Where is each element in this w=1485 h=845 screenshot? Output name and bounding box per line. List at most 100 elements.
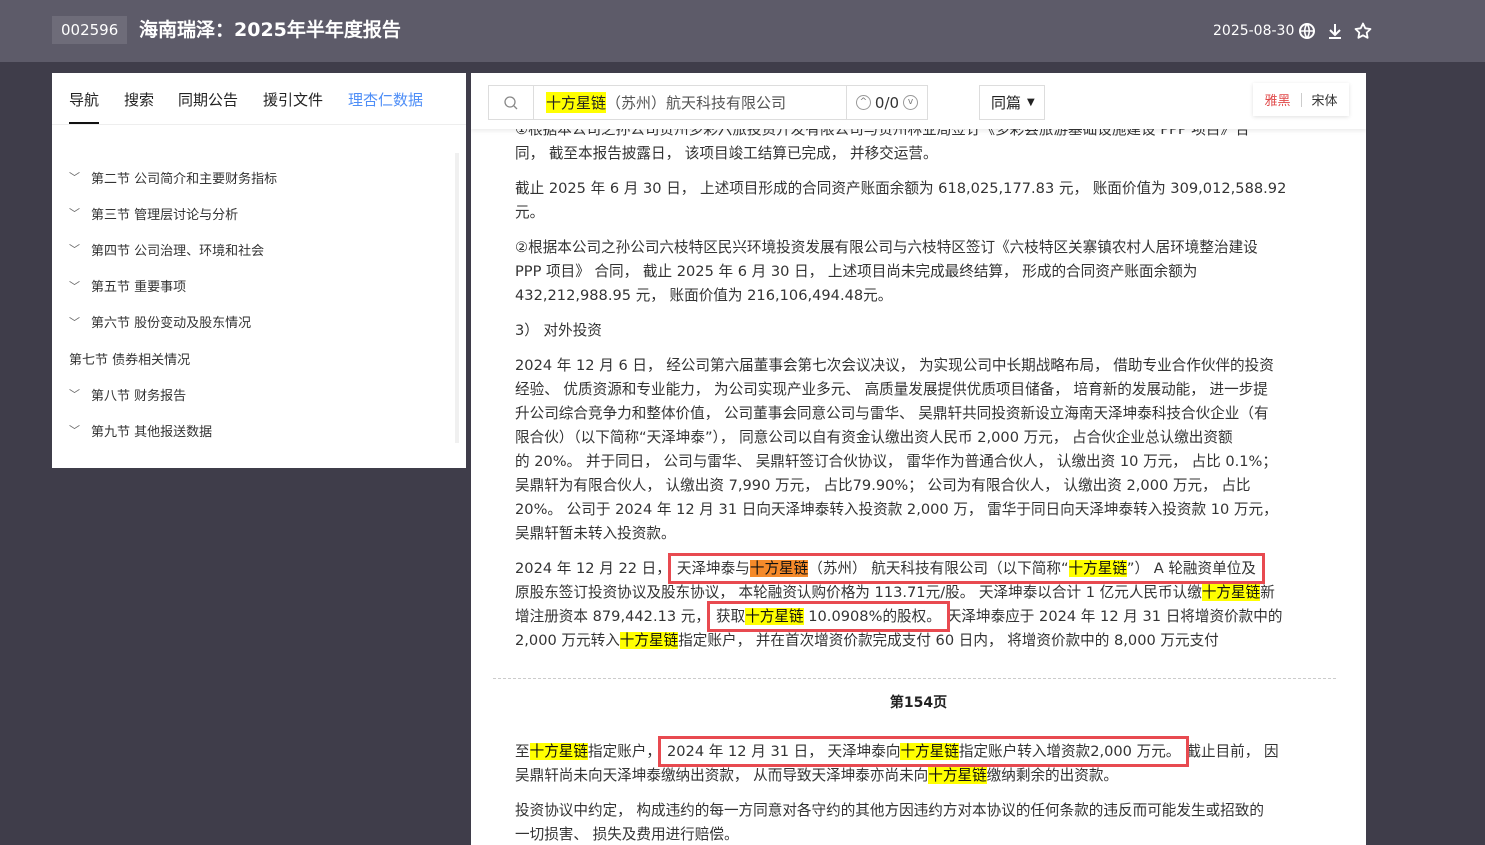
text-run: 至 (515, 743, 530, 760)
text-run: 天泽坤泰与 (676, 560, 750, 577)
match-highlight: 十方星链 (619, 632, 679, 649)
tab-navigation[interactable]: 导航 (69, 89, 100, 124)
text-run: 指定账户转入增资款2,000 万元。 (958, 743, 1181, 760)
paragraph: 投资协议中约定， 构成违约的每一方同意对各守约的其他方因违约方对本协议的任何条款… (515, 799, 1325, 845)
nav-item[interactable]: ﹀ 第九节 其他报送数据 (69, 412, 449, 448)
text-run: 投资协议中约定， 构成违约的每一方同意对各守约的其他方因违约方对本协议的任何条款… (515, 802, 1264, 819)
panel-tabs: 导航 搜索 同期公告 援引文件 理杏仁数据 (52, 73, 466, 125)
paragraph: 截止 2025 年 6 月 30 日， 上述项目形成的合同资产账面余额为 618… (515, 177, 1315, 225)
text-run: 元。 (515, 204, 545, 221)
download-icon[interactable] (1325, 21, 1345, 41)
nav-item-label: 第三节 管理层讨论与分析 (91, 207, 239, 223)
left-panel: 导航 搜索 同期公告 援引文件 理杏仁数据 ﹀ 第二节 公司简介和主要财务指标 ﹀ 第… (52, 73, 466, 468)
globe-icon[interactable] (1297, 21, 1317, 41)
text-run: 一切损害、 损失及费用进行赔偿。 (515, 826, 739, 843)
nav-item-label: 第七节 债券相关情况 (69, 352, 191, 368)
scrollbar[interactable] (455, 153, 459, 443)
text-line: 投资协议中约定， 构成违约的每一方同意对各守约的其他方因违约方对本协议的任何条款… (515, 799, 1325, 823)
chevron-down-icon[interactable]: ﹀ (69, 314, 91, 330)
tab-lixinger-data[interactable]: 理杏仁数据 (348, 89, 423, 110)
find-toolbar: 十方星链 （苏州）航天科技有限公司 ^ 0/0 v 同篇 ▼ 雅黑 宋体 (471, 73, 1366, 129)
nav-item[interactable]: ﹀ 第八节 财务报告 (69, 376, 449, 412)
chevron-down-icon[interactable]: ﹀ (69, 169, 91, 185)
nav-item[interactable]: ﹀ 第四节 公司治理、环境和社会 (69, 231, 449, 267)
text-run: 升公司综合竞争力和整体价值， 公司董事会同意公司与雷华、 吴鼎轩共同投资新设立海… (515, 405, 1269, 422)
nav-item[interactable]: ﹀ 第三节 管理层讨论与分析 (69, 195, 449, 231)
text-run: 10.0908%的股权。 (803, 608, 941, 625)
text-run: 2024 年 12 月 22 日， (515, 560, 671, 577)
text-line: 原股东签订投资协议及股东协议， 本轮融资认购价格为 113.71元/股。 天泽坤… (515, 581, 1315, 605)
nav-item[interactable]: ﹀ 第二节 公司简介和主要财务指标 (69, 159, 449, 195)
current-match-highlight: 十方星链 (749, 560, 809, 577)
tab-cited-files[interactable]: 援引文件 (263, 89, 323, 110)
nav-item[interactable]: ﹀ 第五节 重要事项 (69, 268, 449, 304)
text-run: 的 20%。 并于同日， 公司与雷华、 吴鼎轩签订合伙协议， 雷华作为普通合伙人… (515, 453, 1278, 470)
font-yahei-button[interactable]: 雅黑 (1264, 90, 1290, 109)
scope-select[interactable]: 同篇 ▼ (979, 85, 1045, 120)
text-run: 432,212,988.95 元， 账面价值为 216,106,494.48元。 (515, 287, 893, 304)
chevron-down-icon[interactable]: ﹀ (69, 386, 91, 402)
text-run: 20%。 公司于 2024 年 12 月 31 日向天泽坤泰转入投资款 2,00… (515, 501, 1278, 518)
search-input[interactable]: 十方星链 （苏州）航天科技有限公司 (534, 86, 847, 119)
tab-same-period[interactable]: 同期公告 (178, 89, 238, 110)
nav-item-label: 第六节 股份变动及股东情况 (91, 316, 252, 332)
match-highlight: 十方星链 (1068, 560, 1127, 577)
chevron-down-icon[interactable]: ﹀ (69, 278, 91, 294)
text-run: 3） 对外投资 (515, 322, 602, 339)
text-run: 缴纳剩余的出资款。 (986, 767, 1119, 784)
chevron-down-icon[interactable]: ﹀ (69, 241, 91, 257)
font-songti-button[interactable]: 宋体 (1312, 90, 1338, 109)
search-term-rest: （苏州）航天科技有限公司 (606, 94, 787, 112)
text-run: 天泽坤泰应于 2024 年 12 月 31 日将增资价款中的 (946, 608, 1283, 625)
next-match-icon[interactable]: v (903, 95, 919, 110)
font-switcher: 雅黑 宋体 (1253, 83, 1349, 116)
match-highlight: 十方星链 (928, 767, 987, 784)
text-line: 限合伙）（以下简称“天泽坤泰”）， 同意公司以自有资金认缴出资人民币 2,000… (515, 426, 1315, 450)
text-run: ②根据本公司之孙公司六枝特区民兴环境投资发展有限公司与六枝特区签订《六枝特区关寨… (515, 239, 1258, 256)
chevron-down-icon[interactable]: ﹀ (69, 422, 91, 438)
search-icon[interactable] (489, 86, 534, 119)
stock-code: 002596 (52, 16, 128, 44)
text-run: 限合伙）（以下简称“天泽坤泰”）， 同意公司以自有资金认缴出资人民币 2,000… (515, 429, 1233, 446)
text-line: 20%。 公司于 2024 年 12 月 31 日向天泽坤泰转入投资款 2,00… (515, 498, 1315, 522)
nav-item[interactable]: 第七节 债券相关情况 (69, 340, 449, 376)
text-run: 截止目前， 因 (1186, 743, 1279, 760)
star-icon[interactable] (1353, 21, 1373, 41)
match-highlight: 十方星链 (745, 608, 804, 625)
text-line: 至十方星链指定账户， 2024 年 12 月 31 日， 天泽坤泰向十方星链指定账… (515, 736, 1325, 767)
text-line: 的 20%。 并于同日， 公司与雷华、 吴鼎轩签订合伙协议， 雷华作为普通合伙人… (515, 450, 1315, 474)
text-run: 同， 截至本报告披露日， 该项目竣工结算已完成， 并移交运营。 (515, 145, 938, 162)
text-run: 吴鼎轩尚未向天泽坤泰缴纳出资款， 从而导致天泽坤泰亦尚未向 (515, 767, 929, 784)
text-line: 截止 2025 年 6 月 30 日， 上述项目形成的合同资产账面余额为 618… (515, 177, 1315, 201)
text-run: 截止 2025 年 6 月 30 日， 上述项目形成的合同资产账面余额为 618… (515, 180, 1287, 197)
page-divider (493, 678, 1336, 679)
text-line: 升公司综合竞争力和整体价值， 公司董事会同意公司与雷华、 吴鼎轩共同投资新设立海… (515, 402, 1315, 426)
tab-search[interactable]: 搜索 (124, 89, 154, 110)
text-run: 经验、 优质资源和专业能力， 为公司实现产业多元、 高质量发展提供优质项目储备，… (515, 381, 1268, 398)
text-run: 增注册资本 879,442.13 元， (515, 608, 710, 625)
text-run: 吴鼎轩暂未转入投资款。 (515, 525, 676, 542)
annotation-box: 2024 年 12 月 31 日， 天泽坤泰向十方星链指定账户转入增资款2,00… (657, 736, 1190, 767)
match-counter: ^ 0/0 v (847, 86, 927, 119)
text-run: 吴鼎轩为有限合伙人， 认缴出资 7,990 万元， 占比79.90%； 公司为有… (515, 477, 1251, 494)
nav-item[interactable]: ﹀ 第六节 股份变动及股东情况 (69, 304, 449, 340)
report-date: 2025-08-30 (1213, 23, 1295, 39)
text-line: 2024 年 12 月 6 日， 经公司第六届董事会第七次会议决议， 为实现公司… (515, 354, 1315, 378)
text-line: 元。 (515, 201, 1315, 225)
text-run: 原股东签订投资协议及股东协议， 本轮融资认购价格为 113.71元/股。 天泽坤… (515, 584, 1202, 601)
text-line: 吴鼎轩为有限合伙人， 认缴出资 7,990 万元， 占比79.90%； 公司为有… (515, 474, 1315, 498)
match-highlight: 十方星链 (529, 743, 588, 760)
document-viewer: 十方星链 （苏州）航天科技有限公司 ^ 0/0 v 同篇 ▼ 雅黑 宋体 ①根据本公司之孙… (471, 73, 1366, 845)
prev-match-icon[interactable]: ^ (855, 95, 871, 110)
text-line: 吴鼎轩暂未转入投资款。 (515, 522, 1315, 546)
match-count: 0/0 (874, 93, 900, 112)
search-term-highlight: 十方星链 (546, 92, 607, 113)
nav-tree: ﹀ 第二节 公司简介和主要财务指标 ﹀ 第三节 管理层讨论与分析 ﹀ 第四节 公司治理、环… (69, 159, 449, 449)
chevron-down-icon[interactable]: ﹀ (69, 205, 91, 221)
nav-item-label: 第八节 财务报告 (91, 388, 187, 404)
text-run: ”） A 轮融资单位及 (1126, 560, 1256, 577)
text-line: PPP 项目》 合同， 截止 2025 年 6 月 30 日， 上述项目尚未完成… (515, 260, 1315, 284)
header-bar: 002596 海南瑞泽：2025年半年度报告 2025-08-30 (0, 0, 1485, 62)
chevron-down-icon: ▼ (1027, 97, 1035, 108)
text-line: 2,000 万元转入十方星链指定账户， 并在首次增资价款完成支付 60 日内， … (515, 629, 1315, 653)
